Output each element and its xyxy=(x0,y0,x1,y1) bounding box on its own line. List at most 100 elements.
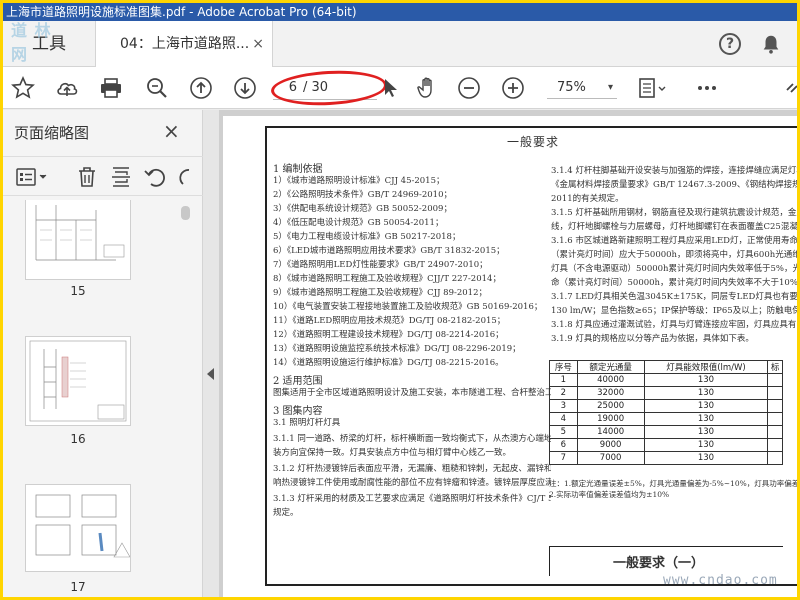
table-cell: 5 xyxy=(549,425,578,439)
table-cell: 130 xyxy=(643,386,769,400)
table-row: 2 32000 130 xyxy=(549,386,783,400)
tab-bar: 工具 04：上海市道路照... × ? xyxy=(3,21,797,67)
left-text-line: 规定。 xyxy=(273,508,299,518)
left-text-line: 6）《LED城市道路照明应用技术要求》GB/T 31832-2015； xyxy=(273,246,505,256)
pdf-page: 一般要求 序号 额定光通量 灯具能效限值(lm/W) 标 1 40000 130 2 3200… xyxy=(223,116,797,597)
zoom-level-select[interactable]: 75% ▾ xyxy=(547,77,617,99)
table-header-cell: 额定光通量 xyxy=(576,360,645,374)
thumbnail-label-15: 15 xyxy=(70,284,86,298)
right-text-line: 灯具（不含电源驱动）50000h累计亮灯时间内失效率低于5%，光源失效 xyxy=(551,264,797,274)
table-cell: 9000 xyxy=(576,438,645,452)
left-text-line: 3.1.3 灯杆采用的材质及工艺要求应满足《道路照明灯杆技术条件》CJ/T 52… xyxy=(273,494,551,504)
help-icon[interactable]: ? xyxy=(719,33,741,55)
thumbnail-scrollbar[interactable] xyxy=(181,206,190,591)
annotation-red-oval xyxy=(270,67,388,109)
table-cell: 130 xyxy=(643,451,769,465)
table-header-cell: 灯具能效限值(lm/W) xyxy=(643,360,769,374)
left-text-line: 2 适用范围 xyxy=(273,376,323,387)
rotate-left-icon[interactable] xyxy=(143,165,167,189)
left-text-line: 10）《电气装置安装工程接地装置施工及验收规范》GB 50169-2016； xyxy=(273,302,543,312)
table-cell: 130 xyxy=(643,373,769,387)
thumbnail-page-16[interactable] xyxy=(25,336,131,426)
sidebar-close-icon[interactable]: × xyxy=(163,119,180,143)
notification-bell-icon[interactable] xyxy=(760,33,782,55)
table-header-row: 序号 额定光通量 灯具能效限值(lm/W) 标 xyxy=(549,360,783,374)
main-toolbar: 6 / 30 75% ▾ xyxy=(3,67,797,109)
right-text-line: 线，灯杆地脚螺栓与力层螺母，灯杆地脚螺钉在表面覆盖C25混凝土。 xyxy=(551,222,797,232)
table-row: 7 7000 130 xyxy=(549,451,783,465)
table-header-cell: 标 xyxy=(767,360,783,374)
left-text-line: 1 编制依据 xyxy=(273,164,323,175)
left-text-line: 11）《道路LED照明应用技术规范》DG/TJ 08-2182-2015； xyxy=(273,316,506,326)
zoom-out-icon[interactable] xyxy=(457,76,481,100)
thumbnail-label-16: 16 xyxy=(70,432,86,446)
search-icon[interactable] xyxy=(145,76,169,100)
table-cell xyxy=(767,425,783,439)
right-text-line: 3.1.5 灯杆基础所用钢材，钢筋直径及现行建筑抗震设计规范，金属构件之间 xyxy=(551,208,797,218)
thumbnail-options-icon[interactable] xyxy=(15,165,49,189)
table-cell: 19000 xyxy=(576,412,645,426)
left-text-line: 2）《公路照明技术条件》GB/T 24969-2010； xyxy=(273,190,452,200)
right-text-line: 3.1.4 灯杆柱脚基础开设安装与加强筋的焊接，连接焊缝应满足灯杆设计确定 xyxy=(551,166,797,176)
sidebar-collapse-handle[interactable] xyxy=(203,110,219,597)
table-cell: 6 xyxy=(549,438,578,452)
thumbnail-scrollbar-thumb[interactable] xyxy=(181,206,190,220)
window-titlebar: 上海市道路照明设施标准图集.pdf - Adobe Acrobat Pro (6… xyxy=(3,3,797,21)
sheet-title: 一般要求（一） xyxy=(613,556,705,571)
table-note-1: 注：1.额定光通量误差±5%，灯具光通量偏差为-5%~10%，灯具功率偏差0~1… xyxy=(549,479,797,488)
next-page-icon[interactable] xyxy=(233,76,257,100)
left-text-line: 1）《城市道路照明设计标准》CJJ 45-2015； xyxy=(273,176,445,186)
link-icon[interactable] xyxy=(783,76,797,100)
bookmark-star-icon[interactable] xyxy=(11,76,35,100)
print-icon[interactable] xyxy=(99,76,123,100)
rotate-right-icon[interactable] xyxy=(177,165,193,189)
table-cell: 2 xyxy=(549,386,578,400)
thumbnail-page-17[interactable] xyxy=(25,484,131,572)
table-header-cell: 序号 xyxy=(549,360,578,374)
right-text-line: 命（累计亮灯时间）50000h，累计亮灯时间内失效率不大于10%。 xyxy=(551,278,797,288)
thumbnail-label-17: 17 xyxy=(70,580,86,594)
luminaire-spec-table: 序号 额定光通量 灯具能效限值(lm/W) 标 1 40000 130 2 32000 130 3… xyxy=(549,360,783,465)
left-text-line: 3.1.2 灯杆热浸镀锌后表面应平滑，无漏廉、粗糙和锌刺，无起皮、漏锌和残留的溶… xyxy=(273,464,551,474)
table-cell: 32000 xyxy=(576,386,645,400)
table-cell xyxy=(767,438,783,452)
table-cell: 130 xyxy=(643,399,769,413)
table-cell: 3 xyxy=(549,399,578,413)
previous-page-icon[interactable] xyxy=(189,76,213,100)
table-cell: 130 xyxy=(643,425,769,439)
table-cell: 130 xyxy=(643,438,769,452)
table-cell xyxy=(767,373,783,387)
zoom-in-icon[interactable] xyxy=(501,76,525,100)
hand-tool-icon[interactable] xyxy=(415,76,439,100)
table-cell: 40000 xyxy=(576,373,645,387)
sidebar-toolbar xyxy=(3,156,203,196)
left-text-line: 3.1.1 同一道路、桥梁的灯杆，标杆横断面一致均衡式下，从杰澳方心端地面的安装… xyxy=(273,434,551,444)
tab-document[interactable]: 04：上海市道路照... × xyxy=(95,21,273,67)
cloud-upload-icon[interactable] xyxy=(55,76,79,100)
page-layout-icon[interactable] xyxy=(637,76,669,100)
table-cell: 1 xyxy=(549,373,578,387)
table-row: 4 19000 130 xyxy=(549,412,783,426)
left-text-line: 14）《道路照明设施运行维护标准》DG/TJ 08-2215-2016。 xyxy=(273,358,504,368)
left-text-line: 3.1 照明灯杆灯具 xyxy=(273,418,341,428)
tab-close-icon[interactable]: × xyxy=(252,21,264,67)
right-text-line: 3.1.9 灯具的规格应以分等产品为依据，具体如下表。 xyxy=(551,334,754,344)
right-text-line: 2011的有关规定。 xyxy=(551,194,624,204)
table-row: 5 14000 130 xyxy=(549,425,783,439)
left-text-line: 装方向宜保持一致。灯具安装点方中位与相灯臂中心线乙一致。 xyxy=(273,448,512,458)
zoom-level-value: 75% xyxy=(557,80,586,95)
table-cell: 25000 xyxy=(576,399,645,413)
more-options-icon[interactable] xyxy=(695,76,719,100)
thumbnail-17-drawing xyxy=(35,494,131,558)
select-cursor-icon[interactable] xyxy=(379,76,403,100)
thumbnail-page-15[interactable] xyxy=(25,200,131,280)
right-text-line: 3.1.6 市区城道路新建照明工程灯具应采用LED灯，正常使用寿命下，L xyxy=(551,236,797,246)
table-row: 3 25000 130 xyxy=(549,399,783,413)
zoom-caret-icon: ▾ xyxy=(607,82,613,93)
right-text-line: 《金属材料焊接质量要求》GB/T 12467.3-2009、《钢结构焊接规范》 xyxy=(551,180,797,190)
table-cell: 7000 xyxy=(576,451,645,465)
delete-page-icon[interactable] xyxy=(75,165,99,189)
left-text-line: 8）《城市道路照明工程施工及验收规程》CJJ/T 227-2014； xyxy=(273,274,501,284)
extract-page-icon[interactable] xyxy=(109,165,133,189)
left-text-line: 3）《供配电系统设计规范》GB 50052-2009； xyxy=(273,204,452,214)
